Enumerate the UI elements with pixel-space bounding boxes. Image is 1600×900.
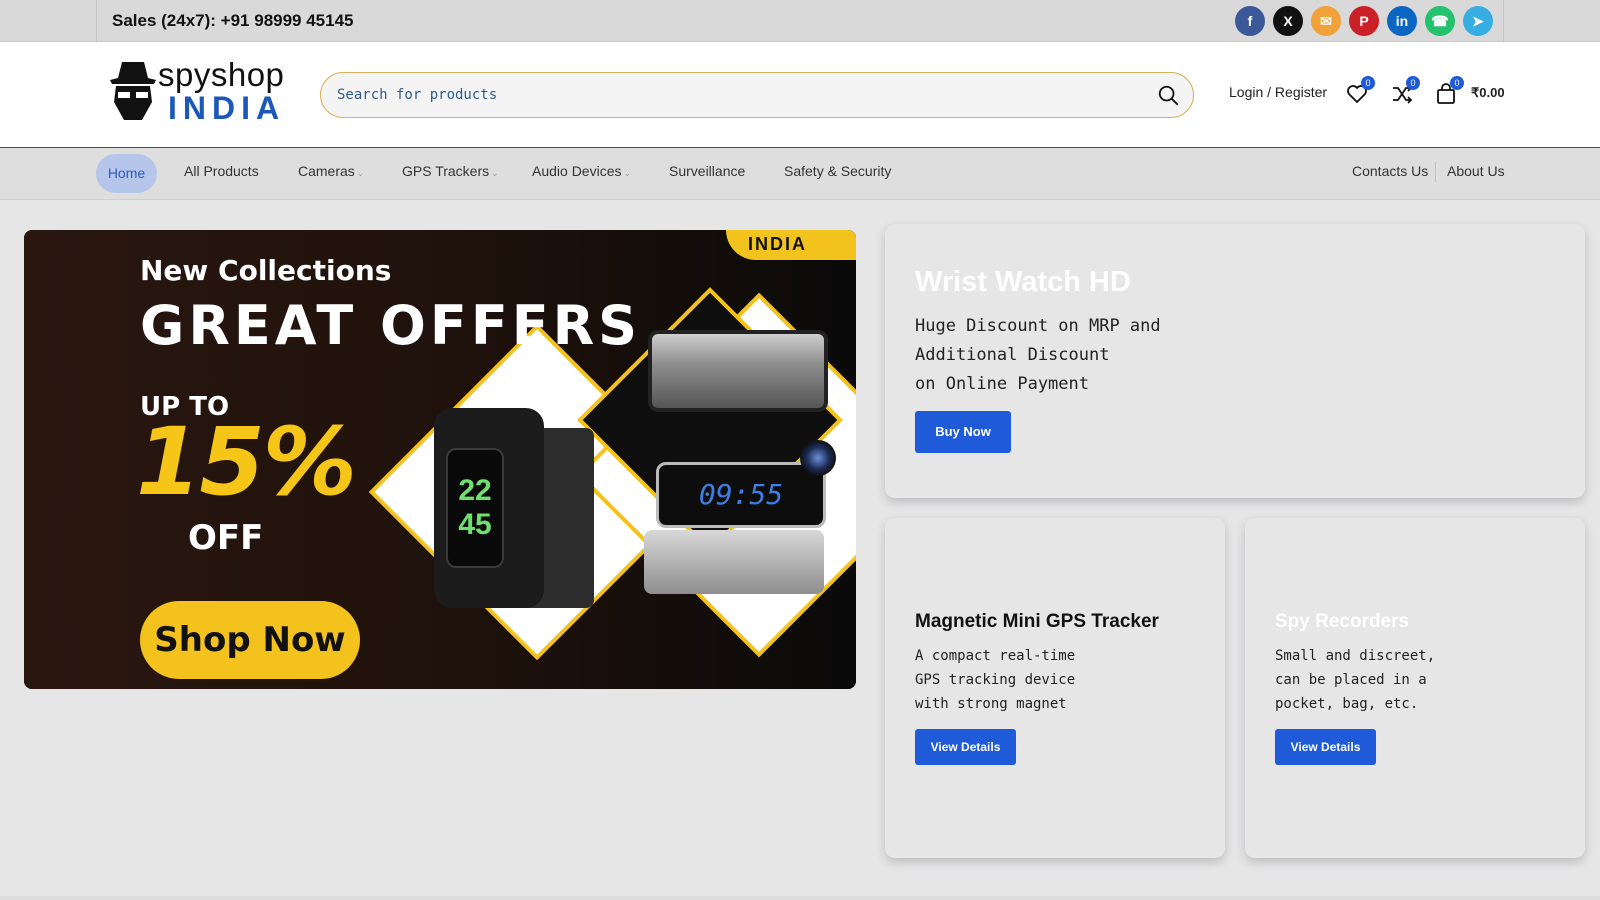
promo-banner[interactable]: 09:55 22 45 INDIA New Collections GREAT … — [24, 230, 856, 689]
site-logo[interactable]: spyshop INDIA — [108, 56, 288, 126]
camera-lens-icon — [800, 440, 836, 476]
compare-count: 0 — [1406, 76, 1420, 90]
chevron-down-icon: ⌄ — [491, 168, 499, 178]
nav-item-home[interactable]: Home — [96, 154, 157, 193]
promo-card-gps-tracker[interactable]: Magnetic Mini GPS Tracker A compact real… — [885, 518, 1225, 858]
promo-card-spy-recorders[interactable]: Spy Recorders Small and discreet, can be… — [1245, 518, 1585, 858]
linkedin-icon[interactable]: in — [1387, 6, 1417, 36]
banner-great-offers: GREAT OFFERS — [140, 294, 642, 357]
smart-watch-image: 22 45 — [434, 408, 544, 608]
chevron-down-icon: ⌄ — [356, 168, 365, 178]
card-title: Magnetic Mini GPS Tracker — [915, 611, 1159, 632]
cart-button[interactable]: 0 — [1434, 76, 1464, 106]
search-icon[interactable] — [1157, 84, 1179, 106]
page-bottom-divider — [0, 896, 1600, 900]
watch-screen: 22 45 — [446, 448, 504, 568]
clock-stand — [644, 530, 824, 594]
view-details-button[interactable]: View Details — [1275, 729, 1376, 765]
email-icon[interactable]: ✉ — [1311, 6, 1341, 36]
nav-divider — [1435, 162, 1436, 182]
nav-item-gps-label: GPS Trackers — [402, 163, 490, 179]
search-placeholder: Search for products — [337, 87, 498, 103]
cart-total[interactable]: ₹0.00 — [1471, 85, 1505, 101]
card-desc-line: with strong magnet — [915, 696, 1067, 712]
nav-item-cameras-label: Cameras — [298, 163, 355, 179]
logo-text-bottom: INDIA — [168, 90, 286, 126]
nav-item-gps-trackers[interactable]: GPS Trackers ⌄ — [402, 163, 499, 179]
brand-watermark: INDIA — [726, 230, 856, 260]
whatsapp-icon[interactable]: ☎ — [1425, 6, 1455, 36]
buy-now-button[interactable]: Buy Now — [915, 411, 1011, 453]
banner-off: OFF — [188, 518, 264, 558]
card-desc-line: Small and discreet, — [1275, 648, 1436, 664]
spy-logo-icon — [110, 62, 156, 120]
top-bar-inner: Sales (24x7): +91 98999 45145 f X ✉ P in… — [96, 0, 1504, 42]
banner-percent: 15% — [136, 408, 357, 517]
wishlist-count: 0 — [1361, 76, 1375, 90]
chevron-down-icon: ⌄ — [623, 168, 632, 178]
card-desc-line: can be placed in a — [1275, 672, 1427, 688]
logo-text-top: spyshop — [158, 56, 285, 93]
view-details-button[interactable]: View Details — [915, 729, 1016, 765]
compare-button[interactable]: 0 — [1390, 76, 1420, 106]
facebook-icon[interactable]: f — [1235, 6, 1265, 36]
room-image — [648, 330, 828, 412]
watch-hours: 22 — [458, 474, 492, 507]
card-desc-line: Additional Discount — [915, 345, 1110, 365]
card-title: Spy Recorders — [1275, 611, 1410, 632]
main-nav: Home All Products Cameras ⌄ GPS Trackers ⌄… — [0, 148, 1600, 200]
nav-item-surveillance[interactable]: Surveillance — [669, 163, 745, 179]
card-desc-line: pocket, bag, etc. — [1275, 696, 1419, 712]
pinterest-icon[interactable]: P — [1349, 6, 1379, 36]
card-desc-line: on Online Payment — [915, 374, 1089, 394]
social-links: f X ✉ P in ☎ ➤ — [1235, 6, 1493, 36]
nav-item-audio-devices[interactable]: Audio Devices ⌄ — [532, 163, 631, 179]
nav-item-about[interactable]: About Us — [1447, 163, 1505, 179]
nav-item-audio-label: Audio Devices — [532, 163, 622, 179]
cart-count: 0 — [1450, 76, 1464, 90]
card-desc-line: GPS tracking device — [915, 672, 1076, 688]
login-register-link[interactable]: Login / Register — [1229, 84, 1327, 100]
card-desc-line: A compact real-time — [915, 648, 1076, 664]
nav-item-all-products[interactable]: All Products — [184, 163, 259, 179]
banner-new-collections: New Collections — [140, 254, 392, 287]
spy-clock-image: 09:55 — [656, 462, 826, 528]
card-description: Small and discreet, can be placed in a p… — [1275, 644, 1435, 716]
x-icon[interactable]: X — [1273, 6, 1303, 36]
top-bar: Sales (24x7): +91 98999 45145 f X ✉ P in… — [0, 0, 1600, 42]
nav-item-contacts[interactable]: Contacts Us — [1352, 163, 1428, 179]
telegram-icon[interactable]: ➤ — [1463, 6, 1493, 36]
card-title: Wrist Watch HD — [915, 266, 1131, 298]
card-desc-line: Huge Discount on MRP and — [915, 316, 1161, 336]
card-description: A compact real-time GPS tracking device … — [915, 644, 1075, 716]
nav-item-safety-security[interactable]: Safety & Security — [784, 163, 891, 179]
watch-minutes: 45 — [458, 508, 492, 541]
nav-item-cameras[interactable]: Cameras ⌄ — [298, 163, 364, 179]
site-header: spyshop INDIA Search for products Login … — [0, 42, 1600, 148]
shop-now-button[interactable]: Shop Now — [140, 601, 360, 679]
card-description: Huge Discount on MRP and Additional Disc… — [915, 312, 1161, 399]
search-input[interactable]: Search for products — [320, 72, 1194, 118]
wishlist-button[interactable]: 0 — [1345, 76, 1375, 106]
promo-card-wrist-watch[interactable]: Wrist Watch HD Huge Discount on MRP and … — [885, 224, 1585, 498]
sales-phone[interactable]: Sales (24x7): +91 98999 45145 — [112, 11, 354, 31]
